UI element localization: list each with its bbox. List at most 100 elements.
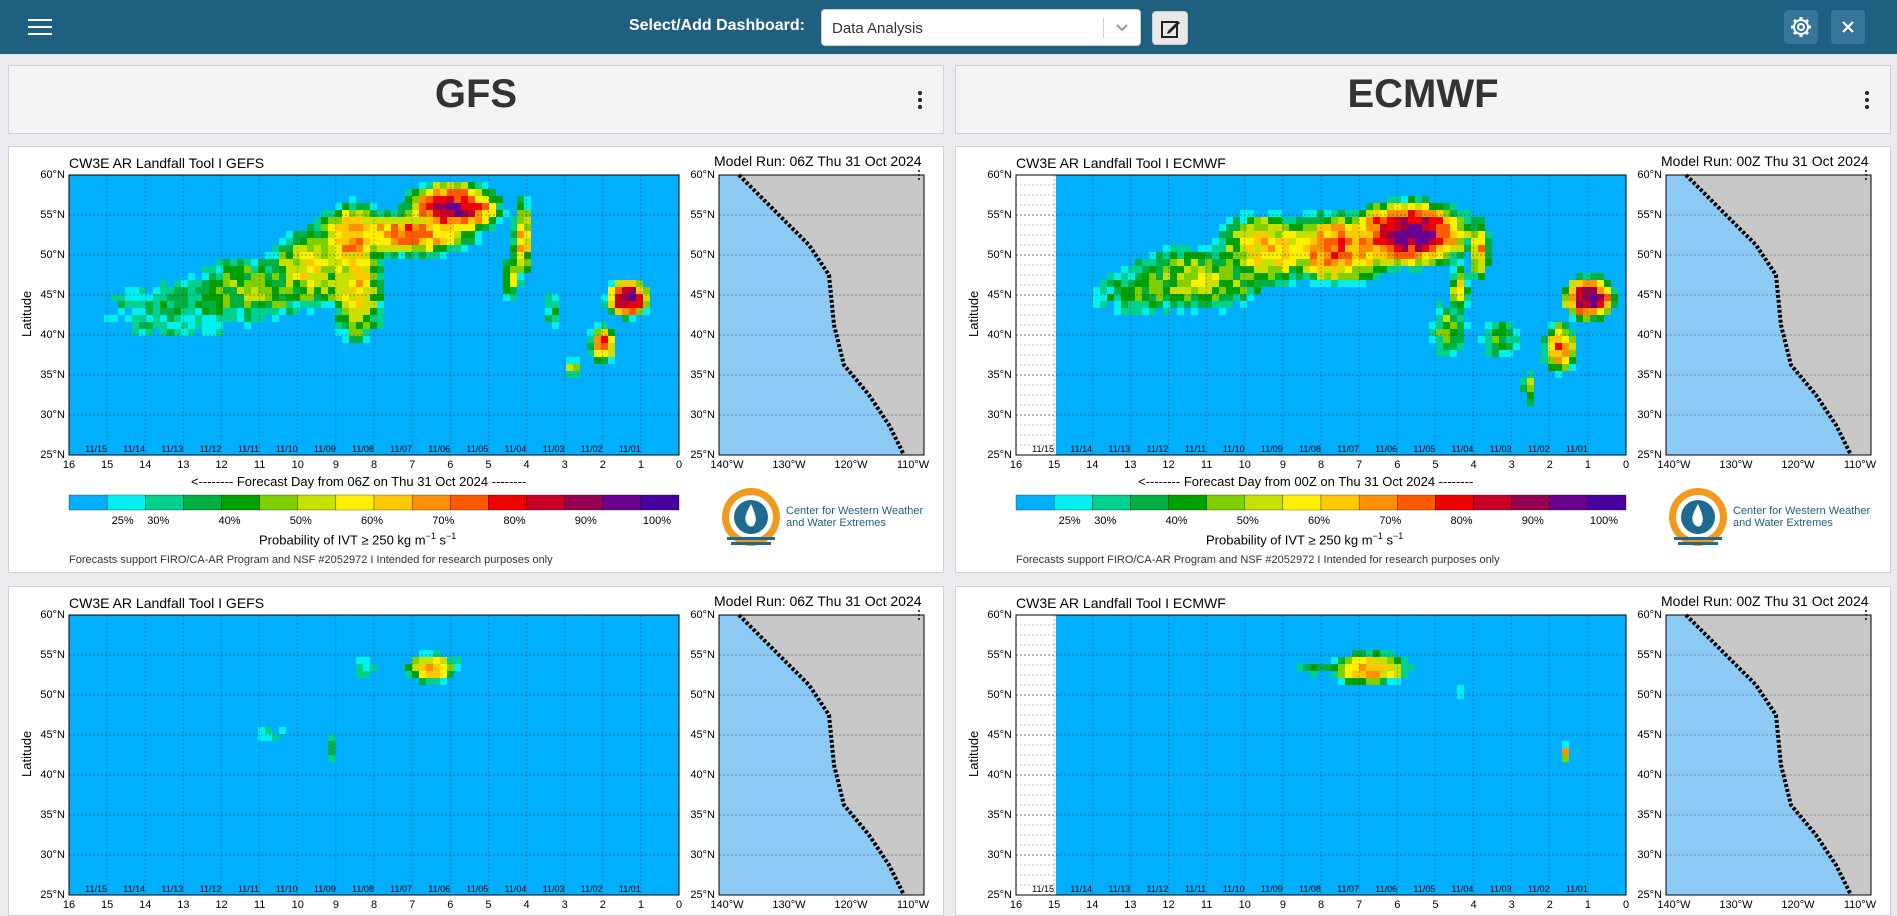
day-tick: 14 bbox=[1086, 459, 1099, 471]
lat-tick: 45°N bbox=[40, 289, 65, 301]
ecmwf-landfall-panel-2: CW3E AR Landfall Tool I ECMWF Model Run: … bbox=[955, 586, 1891, 916]
day-tick: 16 bbox=[62, 899, 76, 911]
lat-tick: 35°N bbox=[987, 809, 1012, 821]
ecmwf-landfall-panel: CW3E AR Landfall Tool I ECMWF Model Run: … bbox=[955, 146, 1891, 573]
date-tick: 11/05 bbox=[1413, 884, 1436, 894]
day-tick: 8 bbox=[370, 899, 378, 911]
day-tick: 11 bbox=[1200, 899, 1213, 911]
percent-tick: 30% bbox=[1094, 515, 1117, 527]
day-tick: 0 bbox=[1622, 459, 1630, 471]
day-tick: 15 bbox=[1048, 899, 1061, 911]
lon-tick: 130°W bbox=[1719, 459, 1753, 471]
day-tick: 3 bbox=[1508, 459, 1515, 471]
panel-title: CW3E AR Landfall Tool I ECMWF bbox=[1016, 595, 1226, 611]
panel-kebab-icon[interactable] bbox=[917, 607, 921, 623]
lon-tick: 140°W bbox=[1657, 459, 1691, 471]
kebab-menu-icon[interactable] bbox=[1864, 90, 1870, 110]
map-lat-tick: 50°N bbox=[690, 249, 715, 261]
percent-tick: 80% bbox=[1450, 515, 1473, 527]
day-tick: 0 bbox=[1622, 899, 1630, 911]
day-tick: 7 bbox=[409, 459, 416, 471]
map-lat-tick: 30°N bbox=[690, 849, 715, 861]
lat-tick: 30°N bbox=[987, 849, 1012, 861]
day-tick: 6 bbox=[447, 459, 454, 471]
day-tick: 10 bbox=[1238, 459, 1251, 471]
day-tick: 15 bbox=[101, 899, 114, 911]
close-icon bbox=[1842, 21, 1854, 33]
date-tick: 11/12 bbox=[199, 884, 222, 894]
lon-tick: 140°W bbox=[710, 459, 744, 471]
lat-tick: 35°N bbox=[987, 369, 1012, 381]
date-tick: 11/10 bbox=[275, 884, 298, 894]
colorbar-segment bbox=[1473, 494, 1512, 511]
date-tick: 11/07 bbox=[1337, 884, 1359, 894]
day-tick: 8 bbox=[1317, 899, 1325, 911]
day-tick: 2 bbox=[599, 899, 606, 911]
colorbar-label: Probability of IVT ≥ 250 kg m−1 s−1 bbox=[259, 531, 456, 547]
logo-text-line2: and Water Extremes bbox=[786, 517, 886, 529]
settings-button[interactable] bbox=[1784, 10, 1818, 44]
day-tick: 13 bbox=[1124, 899, 1137, 911]
day-tick: 6 bbox=[447, 899, 454, 911]
kebab-menu-icon[interactable] bbox=[917, 90, 923, 110]
chevron-down-icon[interactable] bbox=[1113, 18, 1131, 36]
date-tick: 11/11 bbox=[1184, 884, 1207, 894]
percent-tick: 25% bbox=[1058, 515, 1081, 527]
day-tick: 1 bbox=[1584, 899, 1591, 911]
date-tick: 11/01 bbox=[618, 444, 641, 454]
prob-label-sup: −1 bbox=[445, 531, 457, 541]
lon-tick: 130°W bbox=[772, 899, 806, 911]
date-tick: 11/04 bbox=[1451, 444, 1474, 454]
date-tick: 11/15 bbox=[85, 884, 107, 894]
colorbar-segment bbox=[411, 494, 451, 511]
day-tick: 4 bbox=[523, 899, 530, 911]
forecast-day-label: <-------- Forecast Day from 06Z on Thu 3… bbox=[191, 474, 527, 489]
colorbar-segment bbox=[1320, 494, 1360, 511]
date-tick: 11/03 bbox=[1489, 884, 1512, 894]
date-tick: 11/11 bbox=[237, 884, 260, 894]
day-tick: 3 bbox=[561, 459, 568, 471]
date-tick: 11/01 bbox=[618, 884, 641, 894]
lat-tick: 45°N bbox=[40, 729, 65, 741]
forecast-day-label: <-------- Forecast Day from 00Z on Thu 3… bbox=[1138, 474, 1474, 489]
dashboard-select-label: Select/Add Dashboard: bbox=[628, 17, 805, 34]
day-tick: 9 bbox=[332, 899, 339, 911]
lat-tick: 55°N bbox=[40, 209, 65, 221]
footer-note: Forecasts support FIRO/CA-AR Program and… bbox=[69, 554, 553, 566]
colorbar-segment bbox=[1130, 494, 1169, 511]
panel-kebab-icon[interactable] bbox=[1864, 607, 1868, 623]
map-lat-tick: 40°N bbox=[690, 769, 715, 781]
date-tick: 11/08 bbox=[352, 444, 374, 454]
prob-label-sup: −1 bbox=[1372, 531, 1383, 541]
percent-tick: 70% bbox=[432, 515, 455, 527]
lon-tick: 140°W bbox=[710, 899, 744, 911]
day-tick: 7 bbox=[1356, 899, 1363, 911]
day-tick: 2 bbox=[1546, 899, 1553, 911]
model-run-label: Model Run: 06Z Thu 31 Oct 2024 bbox=[714, 153, 922, 169]
colorbar-segment bbox=[1587, 494, 1627, 511]
map-lat-tick: 40°N bbox=[1637, 769, 1662, 781]
date-tick: 11/05 bbox=[466, 884, 489, 894]
day-tick: 5 bbox=[1432, 459, 1439, 471]
close-button[interactable] bbox=[1831, 10, 1865, 44]
date-tick: 11/15 bbox=[1032, 444, 1054, 454]
panel-kebab-icon[interactable] bbox=[1864, 167, 1868, 183]
lon-tick: 120°W bbox=[1781, 459, 1815, 471]
map-lat-tick: 35°N bbox=[1637, 369, 1662, 381]
day-tick: 0 bbox=[675, 459, 683, 471]
date-tick: 11/04 bbox=[504, 444, 527, 454]
edit-dashboard-button[interactable] bbox=[1152, 11, 1188, 45]
day-tick: 2 bbox=[599, 459, 606, 471]
gear-icon bbox=[1791, 17, 1811, 37]
colorbar-segment bbox=[221, 494, 260, 511]
colorbar-segment bbox=[1244, 494, 1284, 511]
colorbar-segment bbox=[1358, 494, 1398, 511]
map-lat-tick: 40°N bbox=[690, 329, 715, 341]
panel-kebab-icon[interactable] bbox=[917, 167, 921, 183]
date-tick: 11/09 bbox=[1260, 444, 1283, 454]
dashboard-select[interactable]: Data Analysis bbox=[821, 9, 1141, 46]
day-tick: 1 bbox=[1584, 459, 1591, 471]
day-tick: 3 bbox=[561, 899, 568, 911]
percent-tick: 25% bbox=[111, 515, 134, 527]
date-tick: 11/07 bbox=[390, 884, 412, 894]
